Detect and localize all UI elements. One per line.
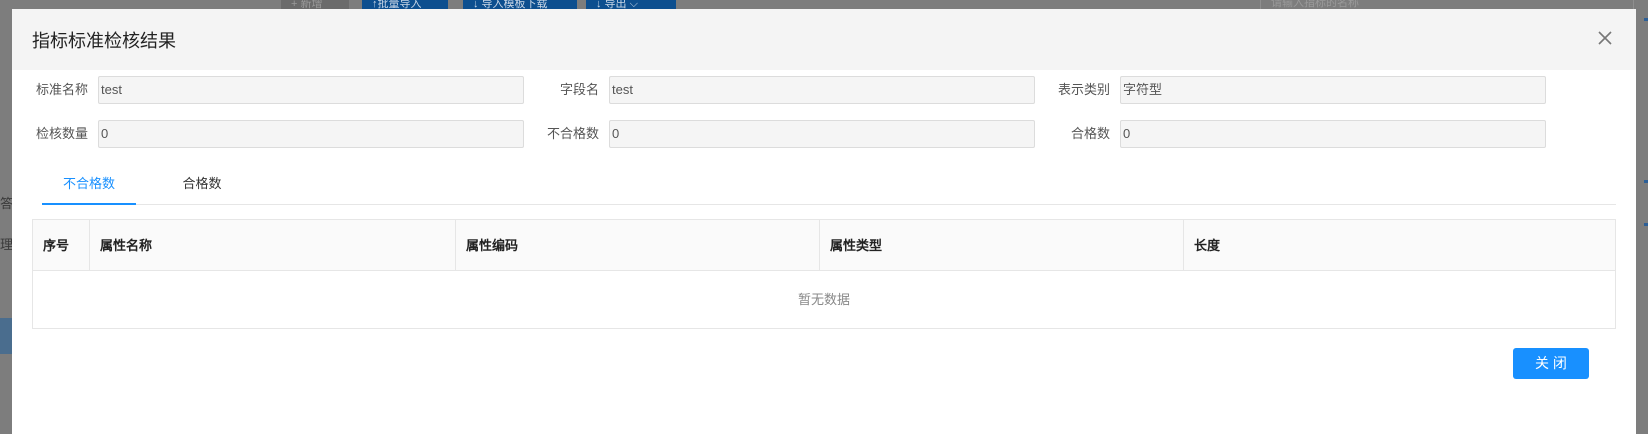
col-index: 序号 bbox=[33, 220, 90, 271]
result-dialog: 指标标准检核结果 标准名称 test 字段名 test 表示类别 字符型 检核数… bbox=[12, 9, 1636, 434]
attribute-table: 序号 属性名称 属性编码 属性类型 长度 暂无数据 bbox=[32, 219, 1616, 329]
bg-right-marker bbox=[1644, 223, 1648, 226]
repr-type-field[interactable]: 字符型 bbox=[1120, 76, 1546, 104]
close-button[interactable]: 关 闭 bbox=[1513, 348, 1589, 379]
bg-right-marker bbox=[1644, 18, 1648, 21]
col-length: 长度 bbox=[1194, 238, 1221, 253]
dialog-header: 指标标准检核结果 bbox=[12, 9, 1636, 70]
std-name-label: 标准名称 bbox=[35, 82, 88, 97]
bg-right-marker bbox=[1644, 180, 1648, 183]
form-row: 标准名称 test 字段名 test 表示类别 字符型 bbox=[12, 76, 1636, 104]
col-attr-code: 属性编码 bbox=[456, 220, 820, 271]
std-name-field[interactable]: test bbox=[98, 76, 524, 104]
check-count-field[interactable]: 0 bbox=[98, 120, 524, 148]
fail-count-field[interactable]: 0 bbox=[609, 120, 1035, 148]
tab-fail-count[interactable]: 不合格数 bbox=[42, 172, 136, 205]
field-name-label: 字段名 bbox=[559, 82, 599, 97]
pass-count-field[interactable]: 0 bbox=[1120, 120, 1546, 148]
pass-count-label: 合格数 bbox=[1070, 126, 1110, 141]
tab-pass-count[interactable]: 合格数 bbox=[168, 172, 236, 205]
dialog-title: 指标标准检核结果 bbox=[32, 31, 176, 51]
close-icon[interactable] bbox=[1594, 27, 1616, 49]
bg-side-bar bbox=[0, 318, 12, 354]
col-attr-name: 属性名称 bbox=[90, 220, 456, 271]
repr-type-label: 表示类别 bbox=[1057, 82, 1110, 97]
col-attr-type: 属性类型 bbox=[820, 220, 1184, 271]
check-count-label: 检核数量 bbox=[35, 126, 88, 141]
field-name-field[interactable]: test bbox=[609, 76, 1035, 104]
fail-count-label: 不合格数 bbox=[546, 126, 599, 141]
result-tabs: 不合格数 合格数 bbox=[42, 172, 1616, 205]
empty-state: 暂无数据 bbox=[797, 292, 850, 307]
form-row: 检核数量 0 不合格数 0 合格数 0 bbox=[12, 120, 1636, 148]
table-header: 序号 属性名称 属性编码 属性类型 长度 bbox=[33, 220, 1615, 271]
